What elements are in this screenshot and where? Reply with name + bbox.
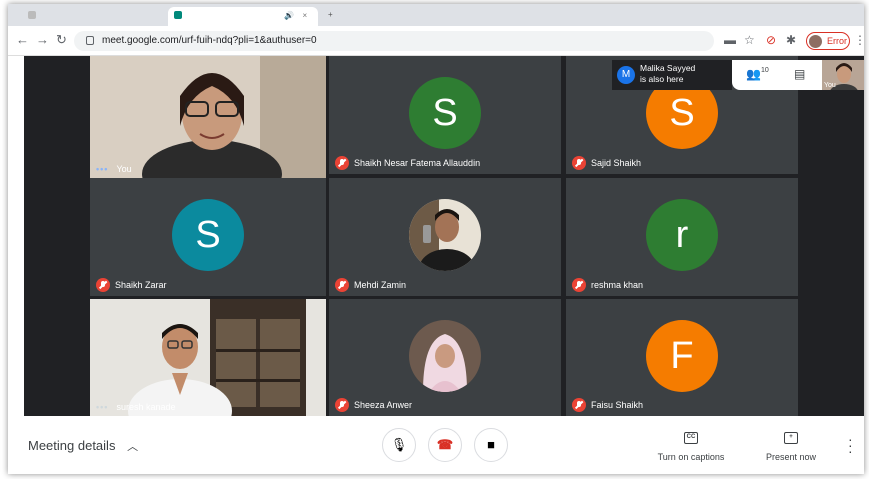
- mic-muted-icon: [335, 156, 349, 170]
- address-bar[interactable]: meet.google.com/urf-fuih-ndq?pli=1&authu…: [74, 31, 714, 51]
- tab-strip: 🔊 × +: [8, 4, 864, 26]
- participant-avatar: S: [409, 77, 481, 149]
- present-icon: +: [784, 432, 798, 444]
- url-text: meet.google.com/urf-fuih-ndq?pli=1&authu…: [102, 35, 317, 46]
- mic-muted-icon: [96, 278, 110, 292]
- microphone-button[interactable]: 🎙: [382, 428, 416, 462]
- meeting-details-button[interactable]: Meeting details ︿: [28, 438, 138, 454]
- self-video: [90, 56, 326, 178]
- microphone-icon: 🎙: [390, 437, 408, 452]
- camera-permission-icon[interactable]: ▬: [724, 34, 736, 46]
- camera-button[interactable]: ■: [474, 428, 508, 462]
- extension-stop-icon[interactable]: ⊘: [766, 34, 776, 46]
- meet-favicon-icon: [174, 11, 182, 19]
- captions-icon: CC: [684, 432, 698, 444]
- more-options-icon[interactable]: · · ·: [848, 432, 853, 458]
- participant-name: ••• You: [96, 164, 132, 174]
- forward-icon[interactable]: →: [36, 33, 49, 47]
- mic-muted-icon: [335, 398, 349, 412]
- participant-tile[interactable]: r reshma khan: [566, 178, 798, 296]
- meeting-details-label: Meeting details: [28, 438, 116, 453]
- hang-up-icon: ☎: [436, 437, 454, 452]
- profile-error-button[interactable]: Error: [806, 32, 850, 50]
- tab-favicon-icon: [28, 11, 36, 19]
- notification-name: Malika Sayyed: [640, 63, 696, 73]
- participant-name: reshma khan: [572, 278, 643, 292]
- captions-label: Turn on captions: [657, 452, 725, 462]
- meeting-stage: ••• You S Shaikh Nesar Fatema Allauddin S…: [24, 56, 864, 416]
- participant-tile[interactable]: ••• You: [90, 56, 326, 178]
- browser-menu-icon[interactable]: ⋮: [854, 34, 864, 46]
- participant-photo-avatar: [409, 319, 481, 392]
- participant-name: Shaikh Nesar Fatema Allauddin: [335, 156, 480, 170]
- browser-toolbar: ← → ↻ meet.google.com/urf-fuih-ndq?pli=1…: [8, 26, 864, 56]
- audio-indicator-icon: 🔊: [284, 11, 295, 20]
- participant-name: Sajid Shaikh: [572, 156, 641, 170]
- people-count: 10: [760, 67, 769, 74]
- lock-icon: [86, 36, 94, 45]
- browser-window: 🔊 × + ← → ↻ meet.google.com/urf-fuih-ndq…: [8, 4, 864, 474]
- participant-name: ••• suresh kanade: [96, 402, 176, 412]
- self-thumbnail[interactable]: You: [822, 60, 864, 90]
- participant-video: [90, 299, 326, 416]
- audio-level-icon: •••: [96, 402, 109, 412]
- video-camera-icon: ■: [487, 437, 495, 452]
- notification-avatar: M: [617, 66, 635, 84]
- participant-tile[interactable]: S Shaikh Nesar Fatema Allauddin: [329, 56, 561, 174]
- reload-icon[interactable]: ↻: [56, 33, 67, 47]
- browser-tab-active[interactable]: 🔊 ×: [168, 7, 318, 26]
- participant-name: Shaikh Zarar: [96, 278, 167, 292]
- participant-name: Faisu Shaikh: [572, 398, 643, 412]
- participant-name: Sheeza Anwer: [335, 398, 412, 412]
- mic-muted-icon: [572, 156, 586, 170]
- join-notification: M Malika Sayyed is also here: [612, 60, 732, 90]
- mic-muted-icon: [572, 398, 586, 412]
- participant-avatar: r: [646, 199, 718, 271]
- participant-tile[interactable]: Mehdi Zamin: [329, 178, 561, 296]
- participant-tile[interactable]: S Shaikh Zarar: [90, 178, 326, 296]
- people-button[interactable]: 👥10: [746, 67, 769, 81]
- chat-icon[interactable]: ▤: [794, 67, 805, 81]
- audio-level-icon: •••: [96, 164, 109, 174]
- error-label: Error: [827, 36, 847, 46]
- leave-call-button[interactable]: ☎: [428, 428, 462, 462]
- bookmark-star-icon[interactable]: ☆: [744, 34, 755, 46]
- participant-tile[interactable]: ••• suresh kanade: [90, 299, 326, 416]
- present-label: Present now: [765, 452, 817, 462]
- participant-tile[interactable]: F Faisu Shaikh: [566, 299, 798, 416]
- mic-muted-icon: [572, 278, 586, 292]
- close-tab-icon[interactable]: ×: [302, 11, 307, 20]
- participant-avatar: F: [646, 319, 718, 392]
- back-icon[interactable]: ←: [16, 33, 29, 47]
- people-icon: 👥: [746, 67, 761, 81]
- participant-photo-avatar: [409, 199, 481, 271]
- participant-tile[interactable]: Sheeza Anwer: [329, 299, 561, 416]
- meeting-controls: Meeting details ︿ 🎙 ☎ ■ CC Turn on capti…: [8, 416, 864, 474]
- participant-avatar: S: [172, 199, 244, 271]
- notification-text: is also here: [640, 74, 684, 84]
- browser-tab[interactable]: [22, 7, 162, 26]
- profile-avatar: [809, 35, 822, 48]
- participant-name: Mehdi Zamin: [335, 278, 406, 292]
- chevron-up-icon: ︿: [127, 441, 139, 453]
- self-thumb-label: You: [824, 82, 836, 89]
- extensions-puzzle-icon[interactable]: ✱: [786, 34, 796, 46]
- mic-muted-icon: [335, 278, 349, 292]
- new-tab-icon[interactable]: +: [326, 7, 340, 26]
- people-chat-bar: 👥10 ▤: [732, 60, 822, 90]
